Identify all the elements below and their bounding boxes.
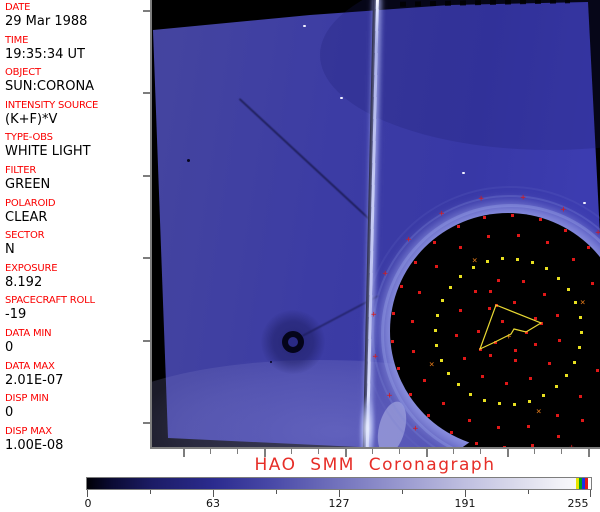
metadata-entry: DATA MIN 0 <box>5 328 150 361</box>
metadata-value: -19 <box>5 307 27 323</box>
colorbar-stripe <box>585 478 588 489</box>
metadata-value: 0 <box>5 405 14 421</box>
metadata-label: TYPE-OBS <box>5 132 53 144</box>
metadata-label: TIME <box>5 34 29 46</box>
metadata-entry: SPACECRAFT ROLL -19 <box>5 295 150 328</box>
metadata-value: 19:35:34 UT <box>5 46 85 62</box>
colorbar-major-tick <box>465 490 466 497</box>
colorbar-major-tick <box>339 490 340 497</box>
image-y-axis <box>150 0 152 449</box>
metadata-entry: DATE 29 Mar 1988 <box>5 2 150 35</box>
metadata-value: WHITE LIGHT <box>5 144 91 160</box>
x-axis-minor-tick <box>480 449 481 454</box>
metadata-label: DATA MIN <box>5 327 52 339</box>
x-axis-minor-tick <box>318 449 319 454</box>
y-axis-tick <box>143 92 150 94</box>
colorbar-major-tick <box>213 490 214 497</box>
y-axis-tick <box>143 422 150 424</box>
image-x-axis <box>150 447 600 449</box>
metadata-entry: FILTER GREEN <box>5 165 150 198</box>
coronagraph-image-view: ++++++++++++++++++++××××+ <box>150 0 600 449</box>
x-axis-minor-tick <box>561 449 562 454</box>
x-axis-minor-tick <box>534 449 535 454</box>
metadata-value: 1.00E-08 <box>5 437 64 453</box>
metadata-label: SPACECRAFT ROLL <box>5 295 95 307</box>
colorbar-minor-tick <box>402 490 403 494</box>
x-axis-minor-tick <box>372 449 373 454</box>
metadata-value: N <box>5 242 15 258</box>
metadata-label: DATE <box>5 2 31 13</box>
metadata-entry: TIME 19:35:34 UT <box>5 35 150 68</box>
colorbar-tick-label: 0 <box>84 497 92 510</box>
metadata-label: DATA MAX <box>5 360 55 372</box>
y-axis-tick <box>143 340 150 342</box>
metadata-label: INTENSITY SOURCE <box>5 99 99 111</box>
metadata-label: DISP MAX <box>5 425 52 437</box>
x-axis-minor-tick <box>237 449 238 454</box>
metadata-value: (K+F)*V <box>5 111 58 127</box>
metadata-label: DISP MIN <box>5 393 49 405</box>
colorbar-tick-label: 191 <box>454 497 476 510</box>
y-axis-tick <box>143 175 150 177</box>
metadata-value: 8.192 <box>5 274 43 290</box>
image-caption: HAO SMM Coronagraph <box>254 455 496 475</box>
metadata-value: 2.01E-07 <box>5 372 64 388</box>
metadata-entry: SECTOR N <box>5 230 150 263</box>
metadata-entry: DATA MAX 2.01E-07 <box>5 361 150 394</box>
intensity-colorbar <box>86 477 592 490</box>
colorbar-major-tick <box>87 490 88 497</box>
colorbar-major-tick <box>590 490 591 497</box>
metadata-value: 29 Mar 1988 <box>5 14 88 29</box>
metadata-label: EXPOSURE <box>5 262 58 274</box>
y-axis-tick <box>143 10 150 12</box>
x-axis-minor-tick <box>453 449 454 454</box>
region-overlay <box>478 304 543 351</box>
metadata-panel: DATE 29 Mar 1988 TIME 19:35:34 UT OBJECT SUN:… <box>5 2 150 452</box>
app-window: DATE 29 Mar 1988 TIME 19:35:34 UT OBJECT SUN:… <box>0 0 600 512</box>
metadata-value: SUN:CORONA <box>5 79 95 95</box>
metadata-entry: EXPOSURE 8.192 <box>5 263 150 296</box>
metadata-entry: DISP MAX 1.00E-08 <box>5 426 150 459</box>
colorbar-minor-tick <box>150 490 151 494</box>
x-axis-minor-tick <box>291 449 292 454</box>
colorbar-tick-label: 255 <box>567 497 589 510</box>
y-axis-tick <box>143 257 150 259</box>
metadata-label: SECTOR <box>5 230 45 242</box>
colorbar-tick-label: 63 <box>206 497 220 510</box>
region-outline <box>478 304 543 351</box>
metadata-entry: OBJECT SUN:CORONA <box>5 67 150 100</box>
metadata-label: FILTER <box>5 164 37 176</box>
colorbar-minor-tick <box>276 490 277 494</box>
metadata-value: 0 <box>5 339 14 355</box>
metadata-value: CLEAR <box>5 209 48 225</box>
metadata-entry: INTENSITY SOURCE (K+F)*V <box>5 100 150 133</box>
x-axis-minor-tick <box>210 449 211 454</box>
metadata-entry: TYPE-OBS WHITE LIGHT <box>5 132 150 165</box>
colorbar-tick-label: 127 <box>328 497 350 510</box>
metadata-entry: DISP MIN 0 <box>5 393 150 426</box>
metadata-label: OBJECT <box>5 67 41 79</box>
metadata-value: GREEN <box>5 176 51 192</box>
x-axis-minor-tick <box>399 449 400 454</box>
metadata-label: POLAROID <box>5 197 56 209</box>
colorbar-minor-tick <box>528 490 529 494</box>
metadata-entry: POLAROID CLEAR <box>5 198 150 231</box>
